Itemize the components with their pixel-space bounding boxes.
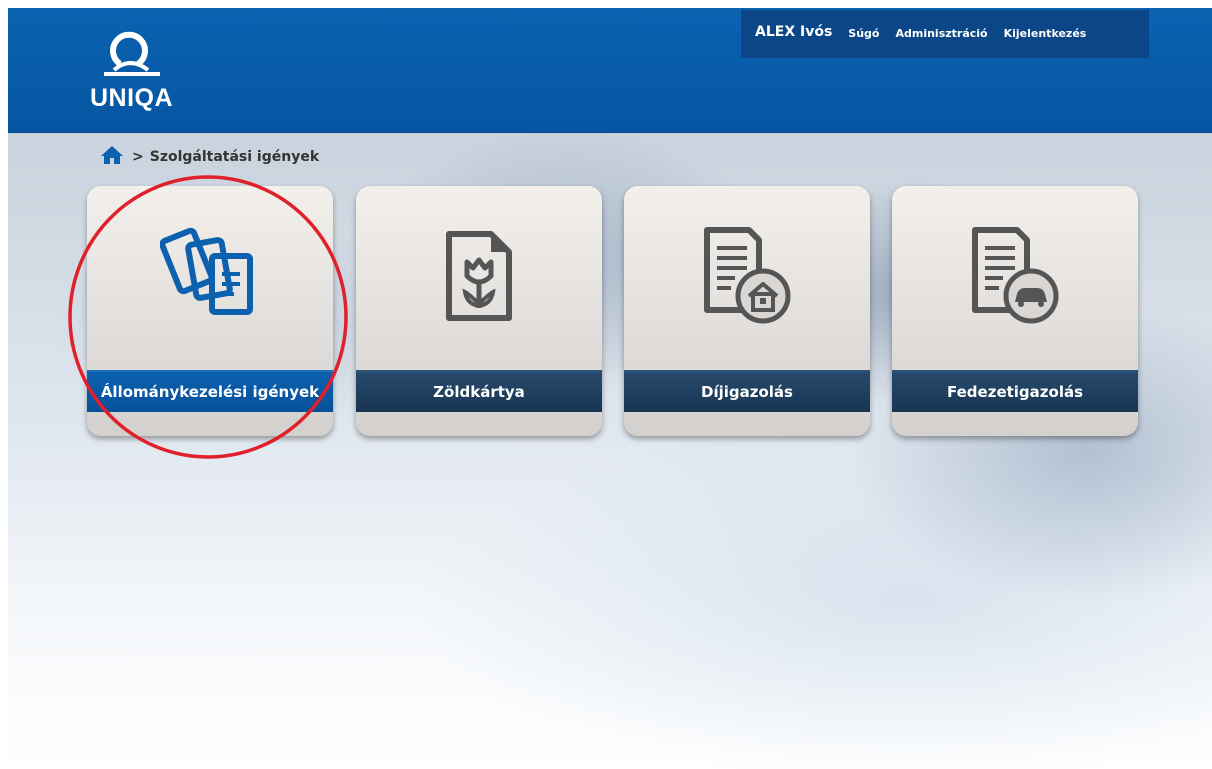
documents-icon	[159, 222, 260, 326]
document-house-icon	[697, 222, 797, 326]
tile-label: Zöldkártya	[356, 370, 602, 412]
help-link[interactable]: Súgó	[848, 27, 879, 40]
logo-text: UNIQA	[90, 84, 174, 112]
logout-link[interactable]: Kijelentkezés	[1004, 27, 1087, 40]
top-navigation: ALEX Ivós Súgó Adminisztráció Kijelentke…	[741, 10, 1149, 58]
tile-allomanykezelesi-igenyek[interactable]: Állománykezelési igények	[87, 186, 333, 436]
tile-fedezetigazolas[interactable]: Fedezetigazolás	[892, 186, 1138, 436]
breadcrumb-current: Szolgáltatási igények	[149, 149, 320, 165]
breadcrumb-separator: >	[132, 149, 144, 165]
app-window: UNIQA ALEX Ivós Súgó Adminisztráció Kije…	[8, 8, 1212, 769]
uniqa-logo[interactable]: UNIQA	[90, 26, 200, 122]
home-icon[interactable]	[100, 145, 124, 169]
tile-label: Díjigazolás	[624, 370, 870, 412]
header: UNIQA ALEX Ivós Súgó Adminisztráció Kije…	[8, 8, 1212, 133]
tile-label: Állománykezelési igények	[87, 370, 333, 412]
administration-link[interactable]: Adminisztráció	[895, 27, 987, 40]
tile-label: Fedezetigazolás	[892, 370, 1138, 412]
tile-dijigazolas[interactable]: Díjigazolás	[624, 186, 870, 436]
user-name[interactable]: ALEX Ivós	[755, 24, 832, 40]
tile-zoldkartya[interactable]: Zöldkártya	[356, 186, 602, 436]
breadcrumb: > Szolgáltatási igények	[100, 145, 320, 169]
uniqa-logo-icon	[104, 31, 160, 76]
flower-document-icon	[429, 222, 529, 326]
document-car-icon	[965, 222, 1065, 326]
